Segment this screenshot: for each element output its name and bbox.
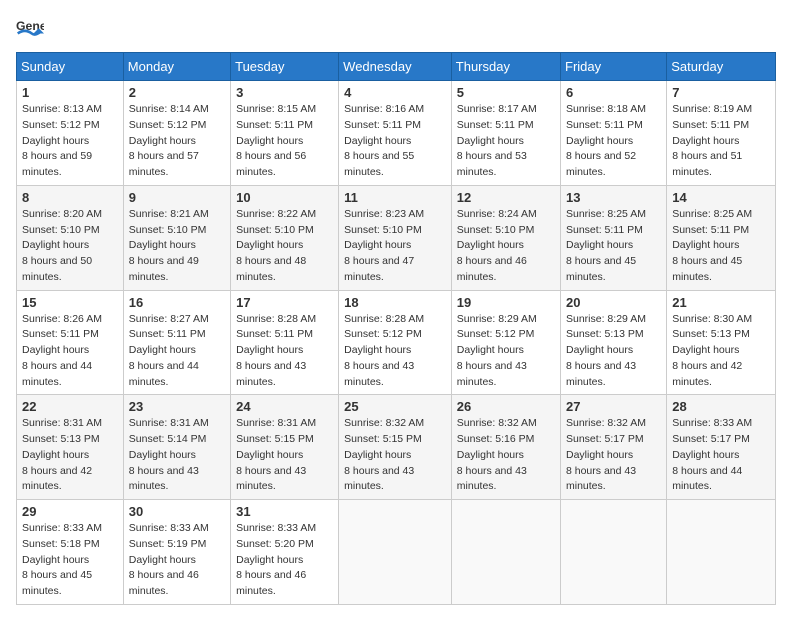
calendar-day-31: 31Sunrise: 8:33 AMSunset: 5:20 PMDayligh… bbox=[231, 500, 339, 605]
weekday-header-saturday: Saturday bbox=[667, 53, 776, 81]
weekday-header-row: SundayMondayTuesdayWednesdayThursdayFrid… bbox=[17, 53, 776, 81]
calendar-day-4: 4Sunrise: 8:16 AMSunset: 5:11 PMDaylight… bbox=[339, 81, 452, 186]
calendar-empty bbox=[339, 500, 452, 605]
weekday-header-sunday: Sunday bbox=[17, 53, 124, 81]
calendar-day-8: 8Sunrise: 8:20 AMSunset: 5:10 PMDaylight… bbox=[17, 185, 124, 290]
calendar-day-6: 6Sunrise: 8:18 AMSunset: 5:11 PMDaylight… bbox=[561, 81, 667, 186]
calendar-day-18: 18Sunrise: 8:28 AMSunset: 5:12 PMDayligh… bbox=[339, 290, 452, 395]
calendar-day-28: 28Sunrise: 8:33 AMSunset: 5:17 PMDayligh… bbox=[667, 395, 776, 500]
calendar-day-7: 7Sunrise: 8:19 AMSunset: 5:11 PMDaylight… bbox=[667, 81, 776, 186]
calendar-day-24: 24Sunrise: 8:31 AMSunset: 5:15 PMDayligh… bbox=[231, 395, 339, 500]
calendar-day-14: 14Sunrise: 8:25 AMSunset: 5:11 PMDayligh… bbox=[667, 185, 776, 290]
calendar-day-10: 10Sunrise: 8:22 AMSunset: 5:10 PMDayligh… bbox=[231, 185, 339, 290]
weekday-header-thursday: Thursday bbox=[451, 53, 560, 81]
weekday-header-monday: Monday bbox=[123, 53, 230, 81]
page-header: General bbox=[16, 16, 776, 44]
weekday-header-friday: Friday bbox=[561, 53, 667, 81]
calendar-day-29: 29Sunrise: 8:33 AMSunset: 5:18 PMDayligh… bbox=[17, 500, 124, 605]
calendar-day-23: 23Sunrise: 8:31 AMSunset: 5:14 PMDayligh… bbox=[123, 395, 230, 500]
calendar-day-2: 2Sunrise: 8:14 AMSunset: 5:12 PMDaylight… bbox=[123, 81, 230, 186]
calendar-empty bbox=[451, 500, 560, 605]
calendar-day-1: 1Sunrise: 8:13 AMSunset: 5:12 PMDaylight… bbox=[17, 81, 124, 186]
calendar-day-19: 19Sunrise: 8:29 AMSunset: 5:12 PMDayligh… bbox=[451, 290, 560, 395]
calendar-day-27: 27Sunrise: 8:32 AMSunset: 5:17 PMDayligh… bbox=[561, 395, 667, 500]
calendar-day-9: 9Sunrise: 8:21 AMSunset: 5:10 PMDaylight… bbox=[123, 185, 230, 290]
calendar-empty bbox=[561, 500, 667, 605]
calendar-day-21: 21Sunrise: 8:30 AMSunset: 5:13 PMDayligh… bbox=[667, 290, 776, 395]
calendar-day-3: 3Sunrise: 8:15 AMSunset: 5:11 PMDaylight… bbox=[231, 81, 339, 186]
logo-icon: General bbox=[16, 16, 44, 44]
calendar-day-25: 25Sunrise: 8:32 AMSunset: 5:15 PMDayligh… bbox=[339, 395, 452, 500]
calendar-day-22: 22Sunrise: 8:31 AMSunset: 5:13 PMDayligh… bbox=[17, 395, 124, 500]
calendar-day-5: 5Sunrise: 8:17 AMSunset: 5:11 PMDaylight… bbox=[451, 81, 560, 186]
calendar-day-12: 12Sunrise: 8:24 AMSunset: 5:10 PMDayligh… bbox=[451, 185, 560, 290]
calendar-day-26: 26Sunrise: 8:32 AMSunset: 5:16 PMDayligh… bbox=[451, 395, 560, 500]
calendar-day-30: 30Sunrise: 8:33 AMSunset: 5:19 PMDayligh… bbox=[123, 500, 230, 605]
calendar-empty bbox=[667, 500, 776, 605]
calendar-day-13: 13Sunrise: 8:25 AMSunset: 5:11 PMDayligh… bbox=[561, 185, 667, 290]
calendar-day-17: 17Sunrise: 8:28 AMSunset: 5:11 PMDayligh… bbox=[231, 290, 339, 395]
calendar-day-16: 16Sunrise: 8:27 AMSunset: 5:11 PMDayligh… bbox=[123, 290, 230, 395]
calendar-week-1: 8Sunrise: 8:20 AMSunset: 5:10 PMDaylight… bbox=[17, 185, 776, 290]
calendar-day-20: 20Sunrise: 8:29 AMSunset: 5:13 PMDayligh… bbox=[561, 290, 667, 395]
calendar-week-4: 29Sunrise: 8:33 AMSunset: 5:18 PMDayligh… bbox=[17, 500, 776, 605]
calendar-week-2: 15Sunrise: 8:26 AMSunset: 5:11 PMDayligh… bbox=[17, 290, 776, 395]
calendar-table: SundayMondayTuesdayWednesdayThursdayFrid… bbox=[16, 52, 776, 605]
logo: General bbox=[16, 16, 48, 44]
calendar-day-11: 11Sunrise: 8:23 AMSunset: 5:10 PMDayligh… bbox=[339, 185, 452, 290]
weekday-header-wednesday: Wednesday bbox=[339, 53, 452, 81]
calendar-week-3: 22Sunrise: 8:31 AMSunset: 5:13 PMDayligh… bbox=[17, 395, 776, 500]
weekday-header-tuesday: Tuesday bbox=[231, 53, 339, 81]
calendar-day-15: 15Sunrise: 8:26 AMSunset: 5:11 PMDayligh… bbox=[17, 290, 124, 395]
calendar-week-0: 1Sunrise: 8:13 AMSunset: 5:12 PMDaylight… bbox=[17, 81, 776, 186]
